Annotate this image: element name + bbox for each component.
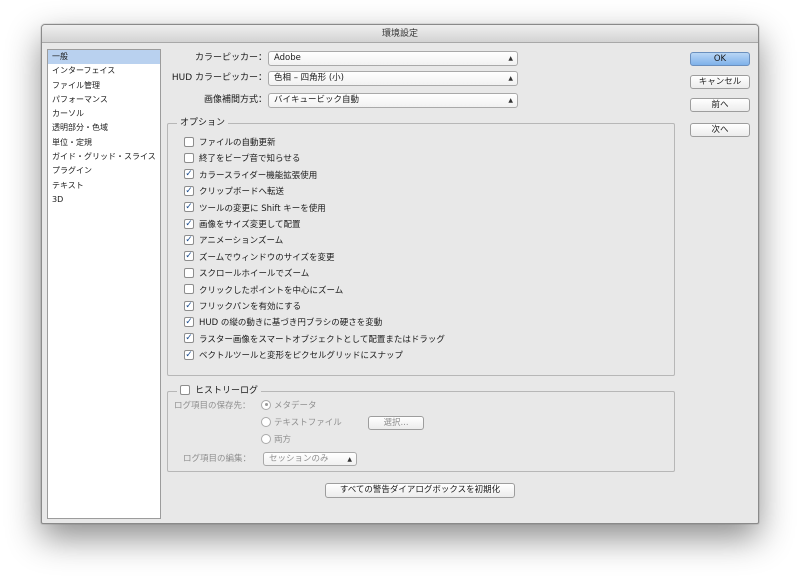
checkmark-icon[interactable]: ✓ [184,316,194,327]
option-checkbox-row[interactable]: ✓ カラースライダー機能拡張使用 [184,169,317,183]
checkmark-icon[interactable]: ✓ [184,333,194,344]
hud-picker-row: HUD カラーピッカー： 色相 – 四角形 (小) ▲ [162,71,522,86]
option-label: ツールの変更に Shift キーを使用 [199,203,326,214]
option-label: フリックパンを有効にする [199,302,302,312]
interpolation-row: 画像補間方式： バイキュービック自動 ▲ [162,93,522,108]
color-picker-select[interactable]: Adobe ▲ [268,51,518,66]
option-checkbox-row[interactable]: ✓ クリップボードへ転送 [184,185,284,199]
ok-button[interactable]: OK [690,52,750,66]
preferences-window: 環境設定 一般 インターフェイス ファイル管理 パフォーマンス カーソル 透明部分・色域単… [41,24,759,524]
option-checkbox-row[interactable]: クリックしたポイントを中心にズーム [184,284,343,298]
history-checkbox[interactable] [180,384,190,395]
history-edit-value: セッションのみ [269,454,329,464]
option-checkbox-row[interactable]: ✓ ラスター画像をスマートオブジェクトとして配置またはドラッグ [184,333,445,347]
color-picker-label: カラーピッカー： [194,53,267,63]
color-picker-row: カラーピッカー： Adobe ▲ [162,51,522,66]
option-checkbox-row[interactable]: ✓ フリックパンを有効にする [184,300,301,314]
history-title: ヒストリーログ [195,386,259,396]
option-label: クリックしたポイントを中心にズーム [199,285,344,296]
radio-icon [261,399,271,410]
option-checkbox-row[interactable]: ✓ ツールの変更に Shift キーを使用 [184,202,326,216]
sidebar-item[interactable]: 一般 [48,50,160,65]
sidebar-item[interactable]: ガイド・グリッド・スライス [48,150,160,164]
history-group: ヒストリーログ ログ項目の保存先： メタデータ テキストファイル 選択... 両… [167,384,675,472]
updown-arrow-icon: ▲ [508,55,513,62]
interpolation-label: 画像補間方式： [203,95,267,105]
checkbox[interactable] [184,136,194,147]
sidebar-item[interactable]: プラグイン [48,164,160,178]
sidebar-item[interactable]: 3D [48,193,160,207]
interpolation-select[interactable]: バイキュービック自動 ▲ [268,93,518,108]
choose-button[interactable]: 選択... [368,416,424,430]
option-label: 画像をサイズ変更して配置 [199,220,301,230]
checkmark-icon[interactable]: ✓ [184,185,194,196]
checkbox[interactable] [184,267,194,278]
radio-icon [261,416,271,427]
checkbox[interactable] [184,284,194,295]
next-button[interactable]: 次へ [690,123,750,137]
sidebar: 一般 インターフェイス ファイル管理 パフォーマンス カーソル 透明部分・色域 単位・定規ガ… [47,49,161,519]
checkmark-icon[interactable]: ✓ [184,300,194,311]
color-picker-value: Adobe [274,53,301,63]
option-checkbox-row[interactable]: ✓ ベクトルツールと変形をピクセルグリッドにスナップ [184,349,403,363]
sidebar-item[interactable]: テキスト [48,179,160,193]
checkmark-icon[interactable]: ✓ [184,169,194,180]
option-checkbox-row[interactable]: 終了をビープ音で知らせる [184,152,300,166]
checkmark-icon[interactable]: ✓ [184,234,194,245]
radio-textfile-label: テキストファイル [274,418,342,428]
options-group: オプション ファイルの自動更新終了をビープ音で知らせる ✓ カラースライダー機能拡張… [167,117,675,376]
sidebar-item[interactable]: インターフェイス [48,64,160,78]
checkmark-icon[interactable]: ✓ [184,251,194,262]
hud-picker-label: HUD カラーピッカー： [171,73,267,83]
prev-button[interactable]: 前へ [690,98,750,112]
option-label: クリップボードへ転送 [199,187,285,198]
option-label: ズームでウィンドウのサイズを変更 [199,252,335,263]
option-label: カラースライダー機能拡張使用 [199,170,318,181]
sidebar-item[interactable]: 単位・定規 [48,136,160,150]
updown-arrow-icon: ▲ [508,97,513,104]
history-edit-select[interactable]: セッションのみ ▲ [263,452,357,466]
cancel-button[interactable]: キャンセル [690,75,750,89]
option-label: ベクトルツールと変形をピクセルグリッドにスナップ [199,351,404,362]
options-title: オプション [177,117,229,130]
checkmark-icon[interactable]: ✓ [184,202,194,213]
reset-warnings-button[interactable]: すべての警告ダイアログボックスを初期化 [325,483,515,498]
interpolation-value: バイキュービック自動 [274,95,360,105]
hud-picker-select[interactable]: 色相 – 四角形 (小) ▲ [268,71,518,86]
option-checkbox-row[interactable]: ✓ 画像をサイズ変更して配置 [184,218,301,232]
history-edit-label: ログ項目の編集： [183,454,252,464]
checkbox[interactable] [184,152,194,163]
option-checkbox-row[interactable]: ✓ HUD の縦の動きに基づき円ブラシの硬さを変動 [184,316,382,330]
option-label: ラスター画像をスマートオブジェクトとして配置またはドラッグ [199,334,445,345]
radio-both[interactable]: 両方 [261,433,291,447]
checkmark-icon[interactable]: ✓ [184,218,194,229]
option-label: HUD の縦の動きに基づき円ブラシの硬さを変動 [199,318,383,329]
option-label: 終了をビープ音で知らせる [199,154,301,165]
option-label: アニメーションズーム [199,236,284,247]
option-checkbox-row[interactable]: ✓ アニメーションズーム [184,234,283,248]
radio-textfile[interactable]: テキストファイル [261,416,342,430]
radio-icon [261,433,271,444]
option-checkbox-row[interactable]: ✓ ズームでウィンドウのサイズを変更 [184,251,335,265]
option-checkbox-row[interactable]: ファイルの自動更新 [184,136,276,150]
checkmark-icon[interactable]: ✓ [184,349,194,360]
window-title: 環境設定 [42,25,758,43]
radio-metadata-label: メタデータ [274,401,317,411]
updown-arrow-icon: ▲ [508,75,513,82]
hud-picker-value: 色相 – 四角形 (小) [274,73,344,83]
option-checkbox-row[interactable]: スクロールホイールでズーム [184,267,309,281]
sidebar-item[interactable]: パフォーマンス [48,93,160,107]
updown-arrow-icon: ▲ [347,456,352,463]
history-title-row: ヒストリーログ [177,384,262,398]
history-save-label: ログ項目の保存先： [174,401,251,411]
sidebar-item[interactable]: カーソル [48,107,160,121]
radio-metadata[interactable]: メタデータ [261,399,317,413]
option-label: ファイルの自動更新 [199,138,276,148]
radio-both-label: 両方 [274,435,292,445]
sidebar-item[interactable]: ファイル管理 [48,79,160,93]
option-label: スクロールホイールでズーム [199,269,310,280]
sidebar-item[interactable]: 透明部分・色域 [48,121,160,135]
